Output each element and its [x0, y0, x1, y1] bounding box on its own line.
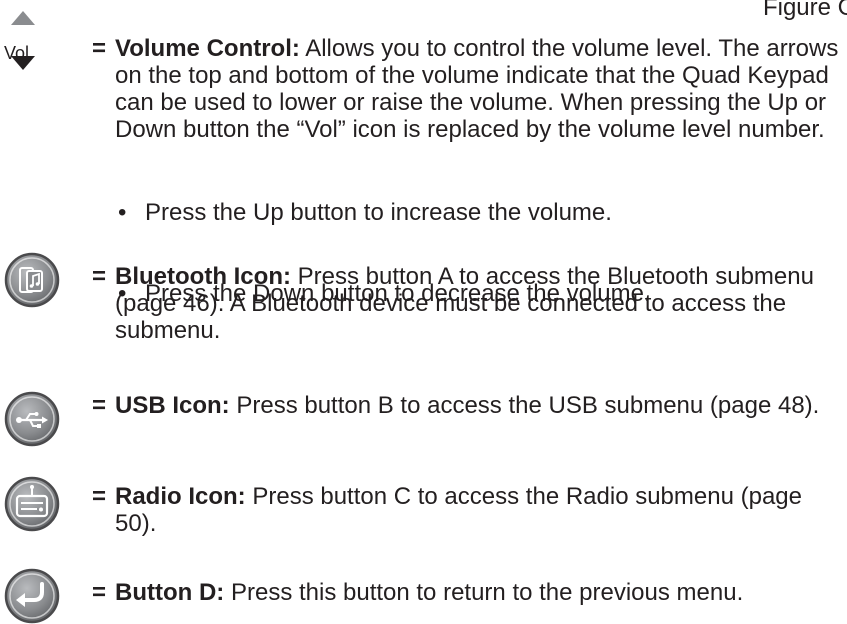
volume-control-entry: Vol. = Volume Control: Allows you to con…	[0, 0, 847, 307]
usb-entry: = USB Icon: Press button B to access the…	[0, 385, 847, 465]
equals-sign: =	[92, 483, 107, 510]
equals-sign: =	[92, 392, 107, 419]
return-arrow-icon	[4, 568, 60, 624]
button-d-text: Press this button to return to the previ…	[224, 579, 744, 606]
bluetooth-title: Bluetooth Icon:	[115, 263, 291, 290]
equals-sign: =	[92, 579, 107, 606]
usb-title: USB Icon:	[115, 392, 230, 419]
radio-title: Radio Icon:	[115, 483, 246, 510]
volume-title: Volume Control:	[115, 35, 300, 62]
button-d-entry: = Button D: Press this button to return …	[0, 568, 847, 624]
list-item: • Press the Up button to increase the vol…	[115, 199, 847, 226]
bluetooth-entry: = Bluetooth Icon: Press button A to acce…	[0, 250, 847, 350]
radio-entry: = Radio Icon: Press button C to access t…	[0, 476, 847, 556]
bluetooth-phone-music-icon	[4, 252, 60, 308]
bullet-dot: •	[118, 199, 127, 226]
usb-icon	[4, 391, 60, 447]
usb-text: Press button B to access the USB submenu…	[229, 392, 820, 419]
radio-description: Radio Icon: Press button C to access the…	[115, 483, 847, 537]
arrow-up-icon	[11, 11, 35, 25]
button-d-title: Button D:	[115, 579, 225, 606]
radio-icon	[4, 476, 60, 532]
equals-sign: =	[92, 35, 107, 62]
button-d-description: Button D: Press this button to return to…	[115, 579, 847, 606]
usb-description: USB Icon: Press button B to access the U…	[115, 392, 847, 419]
bluetooth-description: Bluetooth Icon: Press button A to access…	[115, 263, 847, 344]
bullet-text: Press the Up button to increase the volu…	[145, 199, 612, 226]
arrow-down-icon	[11, 56, 35, 70]
equals-sign: =	[92, 263, 107, 290]
volume-indicator: Vol.	[0, 0, 60, 90]
